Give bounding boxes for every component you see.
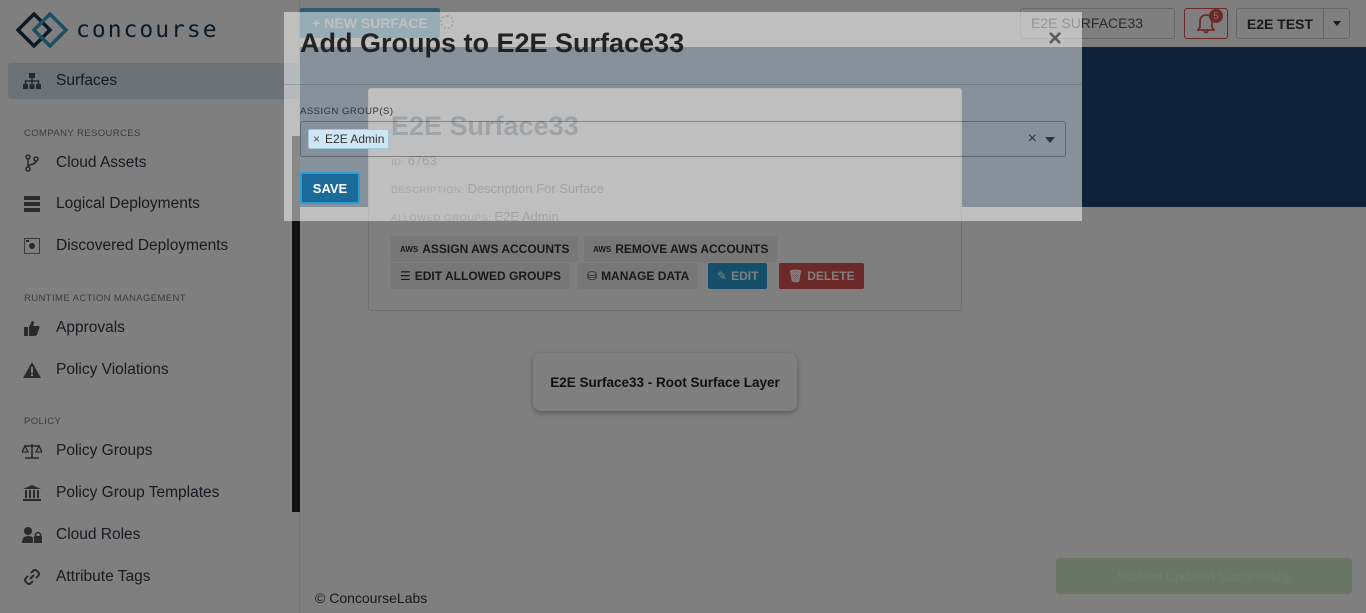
chevron-down-icon[interactable] [1045,137,1055,143]
clear-selection-icon[interactable]: × [1028,130,1037,148]
remove-tag-icon[interactable]: × [313,132,320,146]
assign-groups-label: ASSIGN GROUP(S) [300,106,394,117]
selected-group-tag[interactable]: × E2E Admin [308,129,390,149]
modal-divider [284,84,1082,85]
add-groups-modal: Add Groups to E2E Surface33 × ASSIGN GRO… [284,12,1082,221]
modal-title: Add Groups to E2E Surface33 [300,28,685,58]
close-icon[interactable]: × [1048,25,1062,53]
assign-groups-select[interactable]: × E2E Admin × [300,121,1066,157]
tag-label: E2E Admin [325,132,385,146]
save-button[interactable]: SAVE [300,172,360,204]
